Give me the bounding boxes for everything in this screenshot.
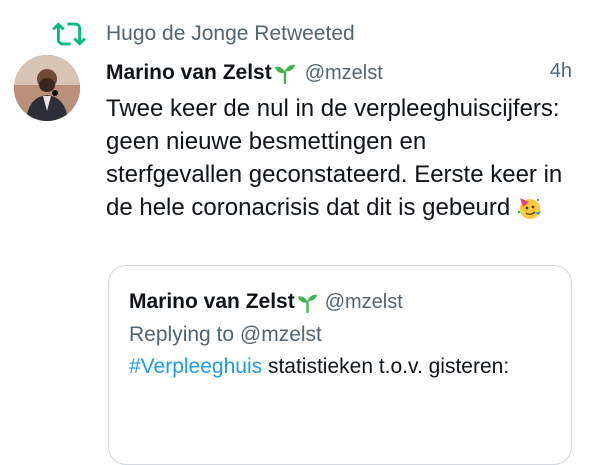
sprout-icon	[274, 64, 295, 85]
retweet-context[interactable]: Hugo de Jonge Retweeted	[52, 17, 355, 51]
replying-to: Replying to @mzelst	[129, 323, 322, 346]
tweet-text: Twee keer de nul in de verpleeghuiscijfe…	[106, 95, 563, 221]
quoted-tweet-text: #Verpleeghuis statistieken t.o.v. gister…	[129, 352, 551, 382]
quoted-text-rest: statistieken t.o.v. gisteren:	[262, 355, 510, 378]
tweet[interactable]: Marino van Zelst @mzelst 4h Twee keer de…	[106, 58, 576, 224]
retweet-icon	[52, 22, 86, 46]
timestamp[interactable]: 4h	[550, 60, 572, 83]
tweet-header: Marino van Zelst @mzelst	[106, 58, 576, 88]
quoted-author-handle: @mzelst	[324, 290, 403, 313]
author-name[interactable]: Marino van Zelst	[106, 61, 272, 85]
hashtag-link[interactable]: #Verpleeghuis	[129, 355, 262, 378]
quoted-tweet[interactable]: Marino van Zelst @mzelst Replying to @mz…	[108, 265, 572, 465]
quoted-author-name: Marino van Zelst	[129, 290, 295, 313]
sprout-icon	[297, 294, 317, 313]
quoted-tweet-header: Marino van Zelst @mzelst	[129, 288, 551, 316]
avatar-image	[14, 55, 80, 121]
avatar[interactable]	[14, 55, 80, 121]
retweet-label: Hugo de Jonge Retweeted	[106, 22, 355, 45]
author-handle[interactable]: @mzelst	[305, 62, 383, 85]
party-face-emoji	[518, 198, 542, 219]
tweet-body: Twee keer de nul in de verpleeghuiscijfe…	[106, 92, 566, 224]
